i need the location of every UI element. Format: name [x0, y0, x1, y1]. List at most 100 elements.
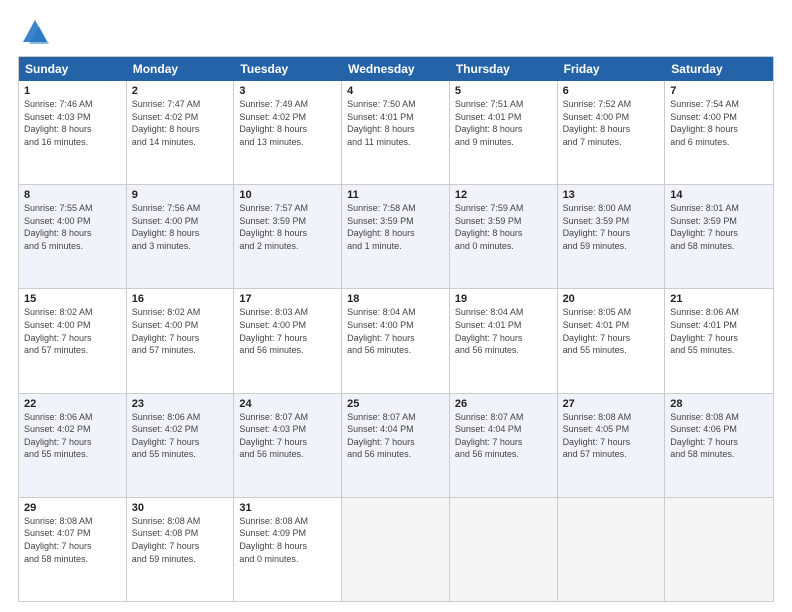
day-info: Sunrise: 7:49 AM Sunset: 4:02 PM Dayligh… — [239, 98, 336, 148]
day-info: Sunrise: 8:08 AM Sunset: 4:07 PM Dayligh… — [24, 515, 121, 565]
day-info: Sunrise: 8:07 AM Sunset: 4:04 PM Dayligh… — [347, 411, 444, 461]
day-info: Sunrise: 8:04 AM Sunset: 4:00 PM Dayligh… — [347, 306, 444, 356]
day-number: 7 — [670, 85, 768, 97]
day-number: 5 — [455, 85, 552, 97]
calendar-cell: 14Sunrise: 8:01 AM Sunset: 3:59 PM Dayli… — [665, 185, 773, 288]
day-info: Sunrise: 7:55 AM Sunset: 4:00 PM Dayligh… — [24, 202, 121, 252]
calendar-header-wrapper: SundayMondayTuesdayWednesdayThursdayFrid… — [18, 56, 774, 81]
day-info: Sunrise: 7:47 AM Sunset: 4:02 PM Dayligh… — [132, 98, 229, 148]
day-number: 19 — [455, 293, 552, 305]
calendar: SundayMondayTuesdayWednesdayThursdayFrid… — [18, 56, 774, 602]
calendar-header-cell: Tuesday — [234, 57, 342, 81]
calendar-cell: 16Sunrise: 8:02 AM Sunset: 4:00 PM Dayli… — [127, 289, 235, 392]
calendar-cell — [342, 498, 450, 601]
calendar-cell: 21Sunrise: 8:06 AM Sunset: 4:01 PM Dayli… — [665, 289, 773, 392]
day-number: 30 — [132, 502, 229, 514]
logo — [18, 18, 49, 46]
calendar-cell: 28Sunrise: 8:08 AM Sunset: 4:06 PM Dayli… — [665, 394, 773, 497]
day-info: Sunrise: 8:05 AM Sunset: 4:01 PM Dayligh… — [563, 306, 660, 356]
page: SundayMondayTuesdayWednesdayThursdayFrid… — [0, 0, 792, 612]
calendar-cell: 26Sunrise: 8:07 AM Sunset: 4:04 PM Dayli… — [450, 394, 558, 497]
day-info: Sunrise: 7:59 AM Sunset: 3:59 PM Dayligh… — [455, 202, 552, 252]
calendar-cell: 12Sunrise: 7:59 AM Sunset: 3:59 PM Dayli… — [450, 185, 558, 288]
calendar-row: 1Sunrise: 7:46 AM Sunset: 4:03 PM Daylig… — [19, 81, 773, 185]
calendar-row: 15 Sunrise: 8:02 AM Sunset: 4:00 PM Dayli… — [19, 289, 773, 393]
day-info: Sunrise: 8:08 AM Sunset: 4:05 PM Dayligh… — [563, 411, 660, 461]
calendar-header-cell: Saturday — [665, 57, 773, 81]
day-number: 3 — [239, 85, 336, 97]
day-info: Sunrise: 8:08 AM Sunset: 4:09 PM Dayligh… — [239, 515, 336, 565]
day-number: 17 — [239, 293, 336, 305]
day-number: 10 — [239, 189, 336, 201]
day-info: Sunrise: 7:50 AM Sunset: 4:01 PM Dayligh… — [347, 98, 444, 148]
day-info: Sunrise: 7:58 AM Sunset: 3:59 PM Dayligh… — [347, 202, 444, 252]
day-info: Sunrise: 7:56 AM Sunset: 4:00 PM Dayligh… — [132, 202, 229, 252]
calendar-cell: 27Sunrise: 8:08 AM Sunset: 4:05 PM Dayli… — [558, 394, 666, 497]
logo-icon — [21, 18, 49, 46]
day-number: 31 — [239, 502, 336, 514]
day-number: 20 — [563, 293, 660, 305]
day-info: Sunrise: 8:06 AM Sunset: 4:02 PM Dayligh… — [132, 411, 229, 461]
day-info: Sunrise: 7:54 AM Sunset: 4:00 PM Dayligh… — [670, 98, 768, 148]
day-info: Sunrise: 8:03 AM Sunset: 4:00 PM Dayligh… — [239, 306, 336, 356]
day-number: 24 — [239, 398, 336, 410]
calendar-cell: 7Sunrise: 7:54 AM Sunset: 4:00 PM Daylig… — [665, 81, 773, 184]
day-number: 23 — [132, 398, 229, 410]
calendar-cell — [450, 498, 558, 601]
day-number: 1 — [24, 85, 121, 97]
calendar-cell: 5Sunrise: 7:51 AM Sunset: 4:01 PM Daylig… — [450, 81, 558, 184]
day-number: 14 — [670, 189, 768, 201]
day-info: Sunrise: 8:07 AM Sunset: 4:03 PM Dayligh… — [239, 411, 336, 461]
calendar-cell — [558, 498, 666, 601]
calendar-cell: 20Sunrise: 8:05 AM Sunset: 4:01 PM Dayli… — [558, 289, 666, 392]
calendar-header-cell: Wednesday — [342, 57, 450, 81]
day-number: 4 — [347, 85, 444, 97]
day-info: Sunrise: 8:06 AM Sunset: 4:02 PM Dayligh… — [24, 411, 121, 461]
calendar-cell: 3Sunrise: 7:49 AM Sunset: 4:02 PM Daylig… — [234, 81, 342, 184]
day-number: 21 — [670, 293, 768, 305]
calendar-cell: 1Sunrise: 7:46 AM Sunset: 4:03 PM Daylig… — [19, 81, 127, 184]
calendar-cell: 8Sunrise: 7:55 AM Sunset: 4:00 PM Daylig… — [19, 185, 127, 288]
day-number: 11 — [347, 189, 444, 201]
day-info: Sunrise: 8:01 AM Sunset: 3:59 PM Dayligh… — [670, 202, 768, 252]
calendar-cell: 29Sunrise: 8:08 AM Sunset: 4:07 PM Dayli… — [19, 498, 127, 601]
day-number: 15 — [24, 293, 121, 305]
calendar-cell: 22Sunrise: 8:06 AM Sunset: 4:02 PM Dayli… — [19, 394, 127, 497]
calendar-cell: 18Sunrise: 8:04 AM Sunset: 4:00 PM Dayli… — [342, 289, 450, 392]
calendar-cell: 19Sunrise: 8:04 AM Sunset: 4:01 PM Dayli… — [450, 289, 558, 392]
day-info: Sunrise: 8:07 AM Sunset: 4:04 PM Dayligh… — [455, 411, 552, 461]
calendar-cell: 4Sunrise: 7:50 AM Sunset: 4:01 PM Daylig… — [342, 81, 450, 184]
calendar-cell: 6Sunrise: 7:52 AM Sunset: 4:00 PM Daylig… — [558, 81, 666, 184]
day-number: 12 — [455, 189, 552, 201]
calendar-cell: 13Sunrise: 8:00 AM Sunset: 3:59 PM Dayli… — [558, 185, 666, 288]
day-info: Sunrise: 8:08 AM Sunset: 4:06 PM Dayligh… — [670, 411, 768, 461]
calendar-cell — [665, 498, 773, 601]
calendar-row: 22Sunrise: 8:06 AM Sunset: 4:02 PM Dayli… — [19, 394, 773, 498]
day-info: Sunrise: 8:08 AM Sunset: 4:08 PM Dayligh… — [132, 515, 229, 565]
day-number: 9 — [132, 189, 229, 201]
day-number: 25 — [347, 398, 444, 410]
calendar-cell: 11Sunrise: 7:58 AM Sunset: 3:59 PM Dayli… — [342, 185, 450, 288]
calendar-row: 8Sunrise: 7:55 AM Sunset: 4:00 PM Daylig… — [19, 185, 773, 289]
day-info: Sunrise: 8:02 AM Sunset: 4:00 PM Dayligh… — [132, 306, 229, 356]
calendar-header-cell: Sunday — [19, 57, 127, 81]
calendar-cell: 30Sunrise: 8:08 AM Sunset: 4:08 PM Dayli… — [127, 498, 235, 601]
day-number: 2 — [132, 85, 229, 97]
calendar-row: 29Sunrise: 8:08 AM Sunset: 4:07 PM Dayli… — [19, 498, 773, 601]
header — [18, 18, 774, 46]
day-info: Sunrise: 8:04 AM Sunset: 4:01 PM Dayligh… — [455, 306, 552, 356]
day-number: 6 — [563, 85, 660, 97]
day-info: Sunrise: 7:46 AM Sunset: 4:03 PM Dayligh… — [24, 98, 121, 148]
calendar-header: SundayMondayTuesdayWednesdayThursdayFrid… — [19, 57, 773, 81]
calendar-header-cell: Monday — [127, 57, 235, 81]
calendar-grid-wrapper: 1Sunrise: 7:46 AM Sunset: 4:03 PM Daylig… — [18, 81, 774, 602]
day-number: 8 — [24, 189, 121, 201]
day-info: Sunrise: 8:00 AM Sunset: 3:59 PM Dayligh… — [563, 202, 660, 252]
day-number: 16 — [132, 293, 229, 305]
calendar-cell: 25Sunrise: 8:07 AM Sunset: 4:04 PM Dayli… — [342, 394, 450, 497]
calendar-header-cell: Friday — [558, 57, 666, 81]
day-number: 29 — [24, 502, 121, 514]
calendar-cell: 15Sunrise: 8:02 AM Sunset: 4:00 PM Dayli… — [19, 289, 127, 392]
calendar-header-cell: Thursday — [450, 57, 558, 81]
day-number: 27 — [563, 398, 660, 410]
